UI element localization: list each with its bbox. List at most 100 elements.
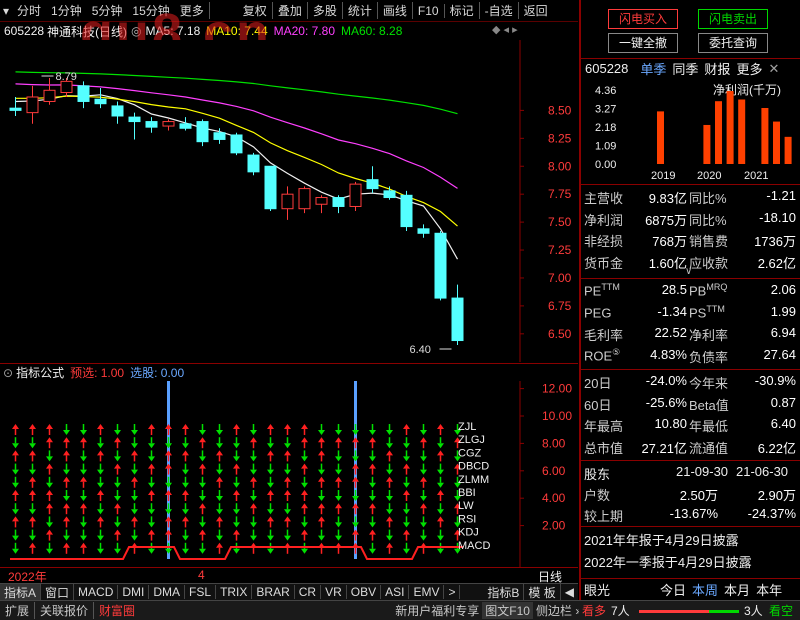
indicator-name-label: ZJL [458,421,476,433]
tab-quarter[interactable]: 单季 [640,59,666,78]
profit-axis-label: 3.27 [595,104,616,116]
indicator-menu-icon[interactable]: ⊙ [0,366,16,380]
indicator-name-label: ZLMM [458,474,489,486]
candle [162,121,175,127]
cancel-all-button[interactable]: 一键全撤 [608,33,678,53]
statistics-button[interactable]: 统计 [343,2,378,19]
tab-report[interactable]: 财报 [704,59,730,78]
holders-head: 股东 [584,467,611,482]
value: 1.60亿 [648,255,687,271]
collapse-icon[interactable]: ∨ [685,266,692,277]
label: 流通值 [689,440,729,456]
flash-buy-button[interactable]: 闪电买入 [608,9,678,29]
profit-bar [657,111,664,164]
back-button[interactable]: 返回 [519,2,553,19]
close-icon[interactable]: ✕ [768,61,779,77]
expand-button[interactable]: 扩展 [0,602,36,619]
indicator-tab-6[interactable]: TRIX [216,585,253,599]
candle [332,197,345,207]
indicator-tab-8[interactable]: CR [295,585,322,599]
price-tick-label: 7.25 [548,243,572,257]
candle [264,165,277,210]
tabs-scroll-left-icon[interactable]: ◀ [561,585,578,599]
chart-settings-icons[interactable]: ◆ ◂ ▸ [492,23,518,36]
indicator-tab-0[interactable]: 指标A [0,583,42,601]
indicator-tab-13[interactable]: > [444,585,461,599]
flash-sell-button[interactable]: 闪电卖出 [698,9,768,29]
label: 今年来 [689,376,729,391]
new-user-benefits-link[interactable]: 新用户福利专享 [392,602,482,619]
ratio-suffix: ⑤ [612,346,621,357]
indicator-tab-7[interactable]: BRAR [252,585,295,599]
related-quotes-button[interactable]: 关联报价 [35,602,95,619]
candle [111,105,124,117]
indicator-tab-9[interactable]: VR [321,585,347,599]
label: 年最高 [584,419,624,434]
profit-axis-label: 4.36 [595,85,616,97]
tab-today[interactable]: 今日 [660,580,686,599]
ratio-label: 负债率 [689,347,728,366]
candle [60,80,73,94]
tab-same-quarter[interactable]: 同季 [672,59,698,78]
overlay-button[interactable]: 叠加 [273,2,308,19]
holders-label: 较上期 [584,509,624,524]
tab-this-week[interactable]: 本周 [692,580,718,599]
profit-axis-label: 1.09 [595,141,616,153]
ratio-value: 2.06 [770,282,796,297]
tab-this-year[interactable]: 本年 [756,580,782,599]
remove-watchlist-button[interactable]: -自选 [480,2,519,19]
sentiment-bar-bear [709,610,739,613]
indicator-tab-4[interactable]: DMA [149,585,186,599]
tab-more[interactable]: 更多 [736,59,762,78]
ratio-label: 净利率 [689,325,728,344]
indicator-tick-label: 12.00 [542,382,572,396]
indicator-tab-11[interactable]: ASI [381,585,410,599]
sidebar-toggle-button[interactable]: 侧边栏 » [533,602,585,619]
order-query-button[interactable]: 委托查询 [698,33,768,53]
profit-bar [761,107,769,164]
label: 60日 [584,397,612,413]
draw-line-button[interactable]: 画线 [378,2,413,19]
indicator-tab-2[interactable]: MACD [74,585,119,599]
f10-button[interactable]: F10 [413,3,445,18]
indicator-tab-5[interactable]: FSL [185,585,217,599]
tab-period-intraday[interactable]: 分时 [12,2,46,19]
candlestick-chart[interactable]: 8.50 8.25 8.00 7.75 7.50 7.25 7.00 6.75 6.50 8.79… [0,40,578,362]
label: 年最低 [689,419,729,434]
tab-indicator-b[interactable]: 指标B [483,583,525,601]
indicator-tab-1[interactable]: 窗口 [41,583,75,601]
preselect-value: 预选: 1.00 [70,366,125,380]
disclosure-note-annual: 2021年年报于4月29日披露 [584,533,739,548]
wealth-circle-button[interactable]: 财富圈 [94,602,140,619]
holders-head: 21-09-30 [676,464,729,479]
value: 6875万 [645,212,687,228]
finance-header: 605228 单季 同季 财报 更多 ✕ [581,58,800,78]
net-profit-bar-chart: 净利润(千万) 4.36 3.27 2.18 1.09 0.00 2019 2020 2021 [595,83,792,182]
dropdown-icon[interactable]: ▾ [0,4,12,18]
indicator-tab-3[interactable]: DMI [118,585,150,599]
ratio-name: 毛利率 [584,328,624,343]
price-tick-label: 8.25 [548,131,572,145]
timeline-month: 4 [198,568,205,582]
indicator-tick-label: 10.00 [542,409,572,423]
bullish-count: 7人 [611,604,630,618]
indicator-name-label: DBCD [458,461,489,473]
graphic-f10-button[interactable]: 图文F10 [482,602,533,619]
indicator-signal-chart[interactable]: 12.00 10.00 8.00 6.00 4.00 2.00 ZJLZLGJCGZ DBCD… [0,381,578,567]
indicator-tab-10[interactable]: OBV [347,585,382,599]
financial-summary: 主营收 9.83亿 同比% -1.21 净利润 6875万 同比% -18.10 非经损 768万… [581,184,800,274]
indicator-header: ⊙ 指标公式 预选: 1.00 选股: 0.00 [0,363,578,381]
value: 2.62亿 [757,255,796,271]
label: 货币金 [584,255,624,271]
tab-template[interactable]: 模 板 [524,583,561,601]
holders-value: 2.50万 [679,488,718,503]
indicator-name-label: KDJ [458,527,479,539]
tab-this-month[interactable]: 本月 [724,580,750,599]
candle [451,297,464,342]
indicator-tick-label: 6.00 [542,464,566,478]
indicator-title[interactable]: 指标公式 [16,364,64,381]
multi-stock-button[interactable]: 多股 [308,2,343,19]
indicator-tab-12[interactable]: EMV [409,585,445,599]
candle [145,121,158,128]
mark-button[interactable]: 标记 [445,2,480,19]
